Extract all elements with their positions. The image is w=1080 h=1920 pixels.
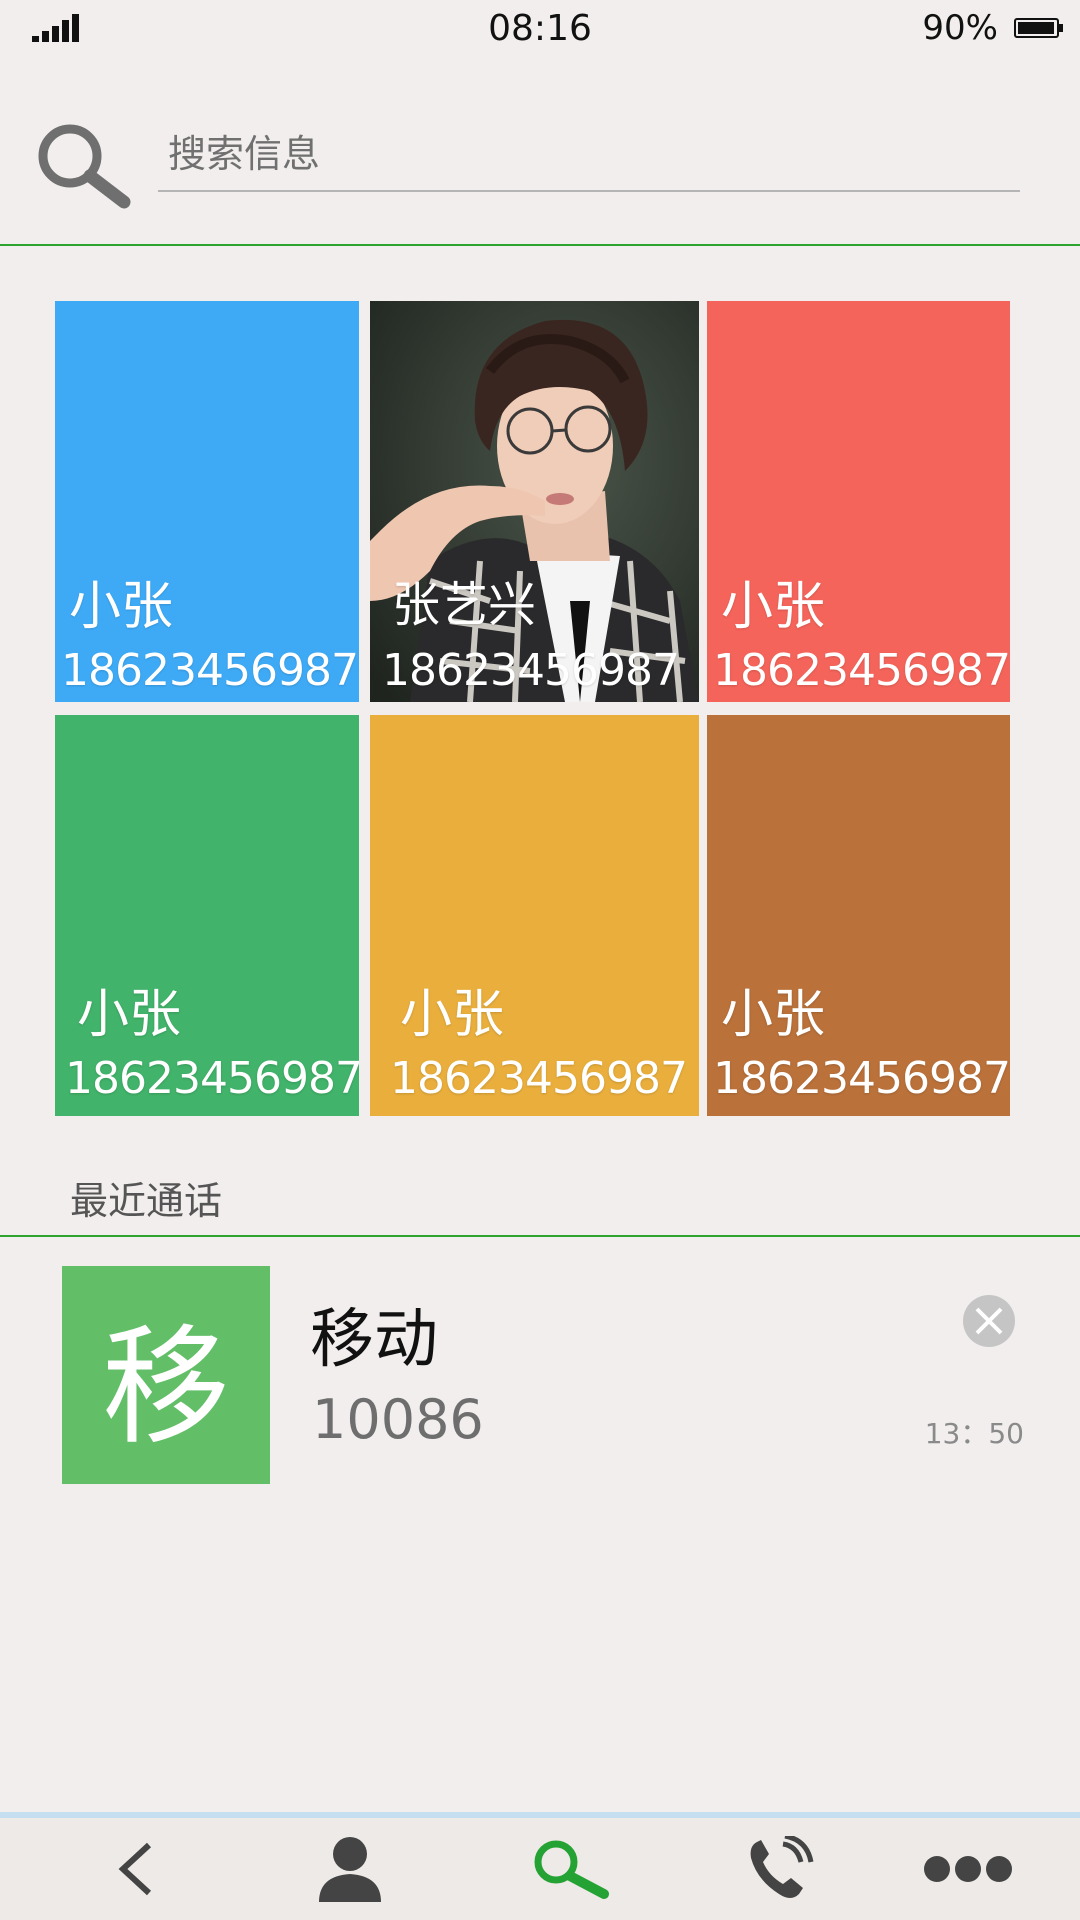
favorite-tile[interactable]: 小张 18623456987	[707, 715, 1010, 1116]
favorite-tile[interactable]: 小张 18623456987	[370, 715, 699, 1116]
favorite-phone: 18623456987	[65, 1053, 359, 1104]
favorite-name: 小张	[721, 985, 826, 1045]
favorite-phone: 18623456987	[713, 1053, 1010, 1104]
status-time: 08:16	[488, 8, 592, 49]
more-icon	[924, 1856, 1012, 1882]
favorite-phone: 18623456987	[390, 1053, 688, 1104]
call-name: 移动	[310, 1303, 438, 1377]
favorite-phone: 18623456987	[713, 645, 1010, 696]
close-icon[interactable]	[962, 1294, 1016, 1348]
divider	[0, 1235, 1080, 1237]
contact-photo	[370, 301, 699, 702]
search-icon[interactable]	[34, 122, 134, 210]
recent-calls-heading: 最近通话	[70, 1179, 223, 1223]
nav-more-button[interactable]	[908, 1818, 1028, 1920]
nav-calls-button[interactable]	[720, 1818, 840, 1920]
favorite-tile[interactable]: 小张 18623456987	[55, 715, 359, 1116]
favorite-name: 小张	[400, 985, 505, 1045]
battery-icon	[1014, 18, 1063, 38]
back-icon	[118, 1842, 152, 1896]
favorite-phone: 18623456987	[61, 645, 359, 696]
search-input[interactable]	[158, 118, 1020, 192]
favorite-phone: 18623456987	[382, 645, 680, 696]
favorite-tile-photo[interactable]: 张艺兴 18623456987	[370, 301, 699, 702]
favorite-tile[interactable]: 小张 18623456987	[707, 301, 1010, 702]
contacts-icon	[319, 1837, 381, 1902]
battery-percentage: 90%	[922, 8, 998, 48]
recent-call-row[interactable]: 移 移动 10086 13：50	[0, 1240, 1080, 1490]
favorite-name: 小张	[69, 577, 174, 637]
call-number: 10086	[312, 1388, 484, 1451]
nav-back-button[interactable]	[76, 1818, 196, 1920]
nav-search-button[interactable]	[512, 1818, 632, 1920]
favorite-name: 小张	[77, 985, 182, 1045]
call-time: 13：50	[924, 1417, 1024, 1450]
phone-call-icon	[750, 1836, 814, 1898]
divider	[0, 244, 1080, 246]
nav-contacts-button[interactable]	[290, 1818, 410, 1920]
search-icon	[534, 1840, 609, 1899]
favorite-name: 小张	[721, 577, 826, 637]
favorite-name: 张艺兴	[392, 577, 537, 633]
favorite-tile[interactable]: 小张 18623456987	[55, 301, 359, 702]
bottom-nav	[0, 1812, 1080, 1920]
status-bar: 08:16 90%	[0, 0, 1080, 60]
avatar: 移	[62, 1266, 270, 1484]
